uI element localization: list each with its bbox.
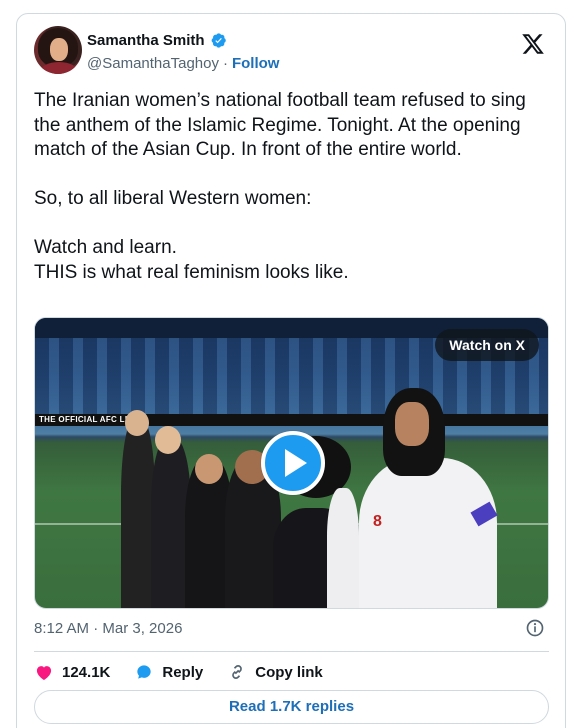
reply-button[interactable]: Reply <box>134 662 203 682</box>
heart-icon <box>36 666 52 680</box>
avatar[interactable] <box>34 26 82 74</box>
divider <box>34 651 549 652</box>
author-name-row: Samantha Smith <box>87 32 227 49</box>
reply-label: Reply <box>162 663 204 681</box>
tweet-actions: 124.1K Reply Copy link <box>34 659 323 685</box>
author-handle-row: @SamanthaTaghoy · Follow <box>87 55 280 72</box>
read-replies-button[interactable]: Read 1.7K replies <box>34 690 549 724</box>
tweet-text: The Iranian women’s national football te… <box>34 90 526 283</box>
author-name[interactable]: Samantha Smith <box>87 32 205 49</box>
tweet-card[interactable]: Samantha Smith @SamanthaTaghoy · Follow … <box>16 13 566 728</box>
jersey-number: 8 <box>373 513 382 530</box>
player-figure: 8 <box>353 388 503 608</box>
like-button[interactable]: 124.1K <box>34 662 110 682</box>
tweet-video[interactable]: THE OFFICIAL AFC LIVE 8 Watch on X <box>34 317 549 609</box>
watch-on-x-button[interactable]: Watch on X <box>435 329 539 361</box>
copy-link-label: Copy link <box>255 663 323 681</box>
play-icon[interactable] <box>261 431 325 495</box>
reply-icon <box>137 665 152 679</box>
like-count: 124.1K <box>62 663 111 681</box>
child-figure <box>121 418 155 608</box>
x-logo-icon[interactable] <box>521 32 545 56</box>
copy-link-button[interactable]: Copy link <box>227 662 323 682</box>
link-icon <box>232 665 243 679</box>
author-handle[interactable]: @SamanthaTaghoy <box>87 55 219 72</box>
verified-badge-icon <box>211 33 226 48</box>
tweet-timestamp[interactable]: 8:12 AM · Mar 3, 2026 <box>34 620 182 637</box>
info-icon[interactable] <box>525 618 545 638</box>
follow-button[interactable]: Follow <box>232 55 280 72</box>
